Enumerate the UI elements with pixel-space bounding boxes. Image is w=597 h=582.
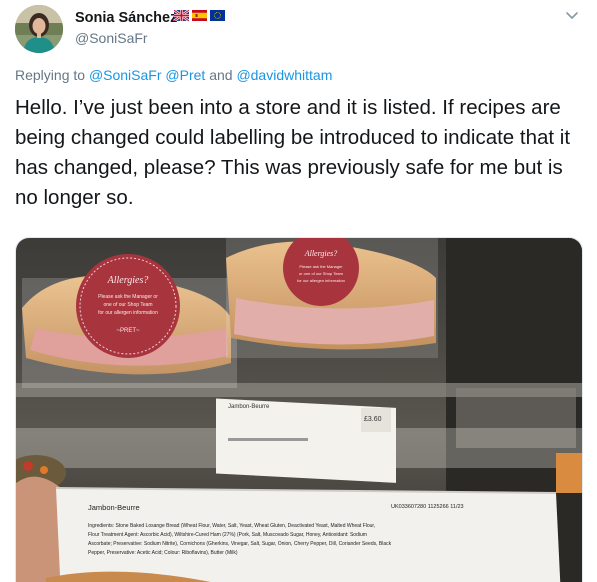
replying-conjunction: and bbox=[209, 67, 233, 83]
replying-prefix: Replying to bbox=[15, 67, 86, 83]
flag-emojis bbox=[174, 10, 225, 21]
package-code: UK033607280 1125266 11/23 bbox=[391, 504, 464, 510]
tag-2-line: for our allergen information bbox=[297, 278, 345, 283]
author-handle[interactable]: @SoniSaFr bbox=[75, 30, 148, 46]
tag-2-title: Allergies? bbox=[304, 249, 338, 258]
mention-link[interactable]: @davidwhittam bbox=[236, 67, 332, 83]
tag-2-line: or one of our Shop Team bbox=[299, 271, 344, 276]
shelf-label-name: Jambon-Beurre bbox=[228, 404, 270, 410]
shelf-label: Jambon-Beurre £3.60 bbox=[216, 398, 396, 483]
tweet-text: Hello. I’ve just been into a store and i… bbox=[15, 96, 571, 209]
package-name: Jambon-Beurre bbox=[88, 503, 140, 512]
tweet-photo[interactable]: Allergies? Please ask the Manager or one… bbox=[15, 237, 583, 582]
shelf-label-price: £3.60 bbox=[364, 416, 382, 423]
chevron-down-icon[interactable] bbox=[565, 11, 579, 21]
mention-link[interactable]: @Pret bbox=[165, 67, 205, 83]
tag-2-line: Please ask the Manager bbox=[299, 264, 343, 269]
tag-1-brand: ~PRET~ bbox=[116, 328, 140, 334]
replying-to: Replying to @SoniSaFr @Pret and @davidwh… bbox=[15, 67, 332, 83]
sandwich-tag-1: Allergies? Please ask the Manager or one… bbox=[76, 254, 180, 358]
tag-1-title: Allergies? bbox=[107, 275, 149, 286]
uk-flag-icon bbox=[174, 10, 189, 21]
mention-link[interactable]: @SoniSaFr bbox=[89, 67, 162, 83]
photo-canvas: Allergies? Please ask the Manager or one… bbox=[16, 238, 582, 582]
sandwich-package: Jambon-Beurre UK033607280 1125266 11/23 … bbox=[55, 487, 561, 582]
tag-1-line: for our allergen information bbox=[98, 310, 158, 316]
avatar[interactable] bbox=[15, 5, 63, 53]
ingredients-line: Ascorbate; Preservative: Sodium Nitrite)… bbox=[88, 541, 392, 547]
eu-flag-icon bbox=[210, 10, 225, 21]
tweet: Sonia Sánchez @SoniSaFr Replying to @Son… bbox=[0, 0, 597, 582]
tag-1-line: Please ask the Manager or bbox=[98, 294, 158, 300]
ingredients-line: Ingredients: Stone Baked Losange Bread (… bbox=[88, 523, 375, 529]
author-display-name[interactable]: Sonia Sánchez bbox=[75, 10, 177, 26]
ingredients-line: Pepper, Preservative: Acetic Acid; Colou… bbox=[88, 550, 238, 556]
spain-flag-icon bbox=[192, 10, 207, 21]
tag-1-line: one of our Shop Team bbox=[103, 302, 152, 308]
ingredients-line: Flour Treatment Agent: Ascorbic Acid), W… bbox=[88, 532, 367, 538]
